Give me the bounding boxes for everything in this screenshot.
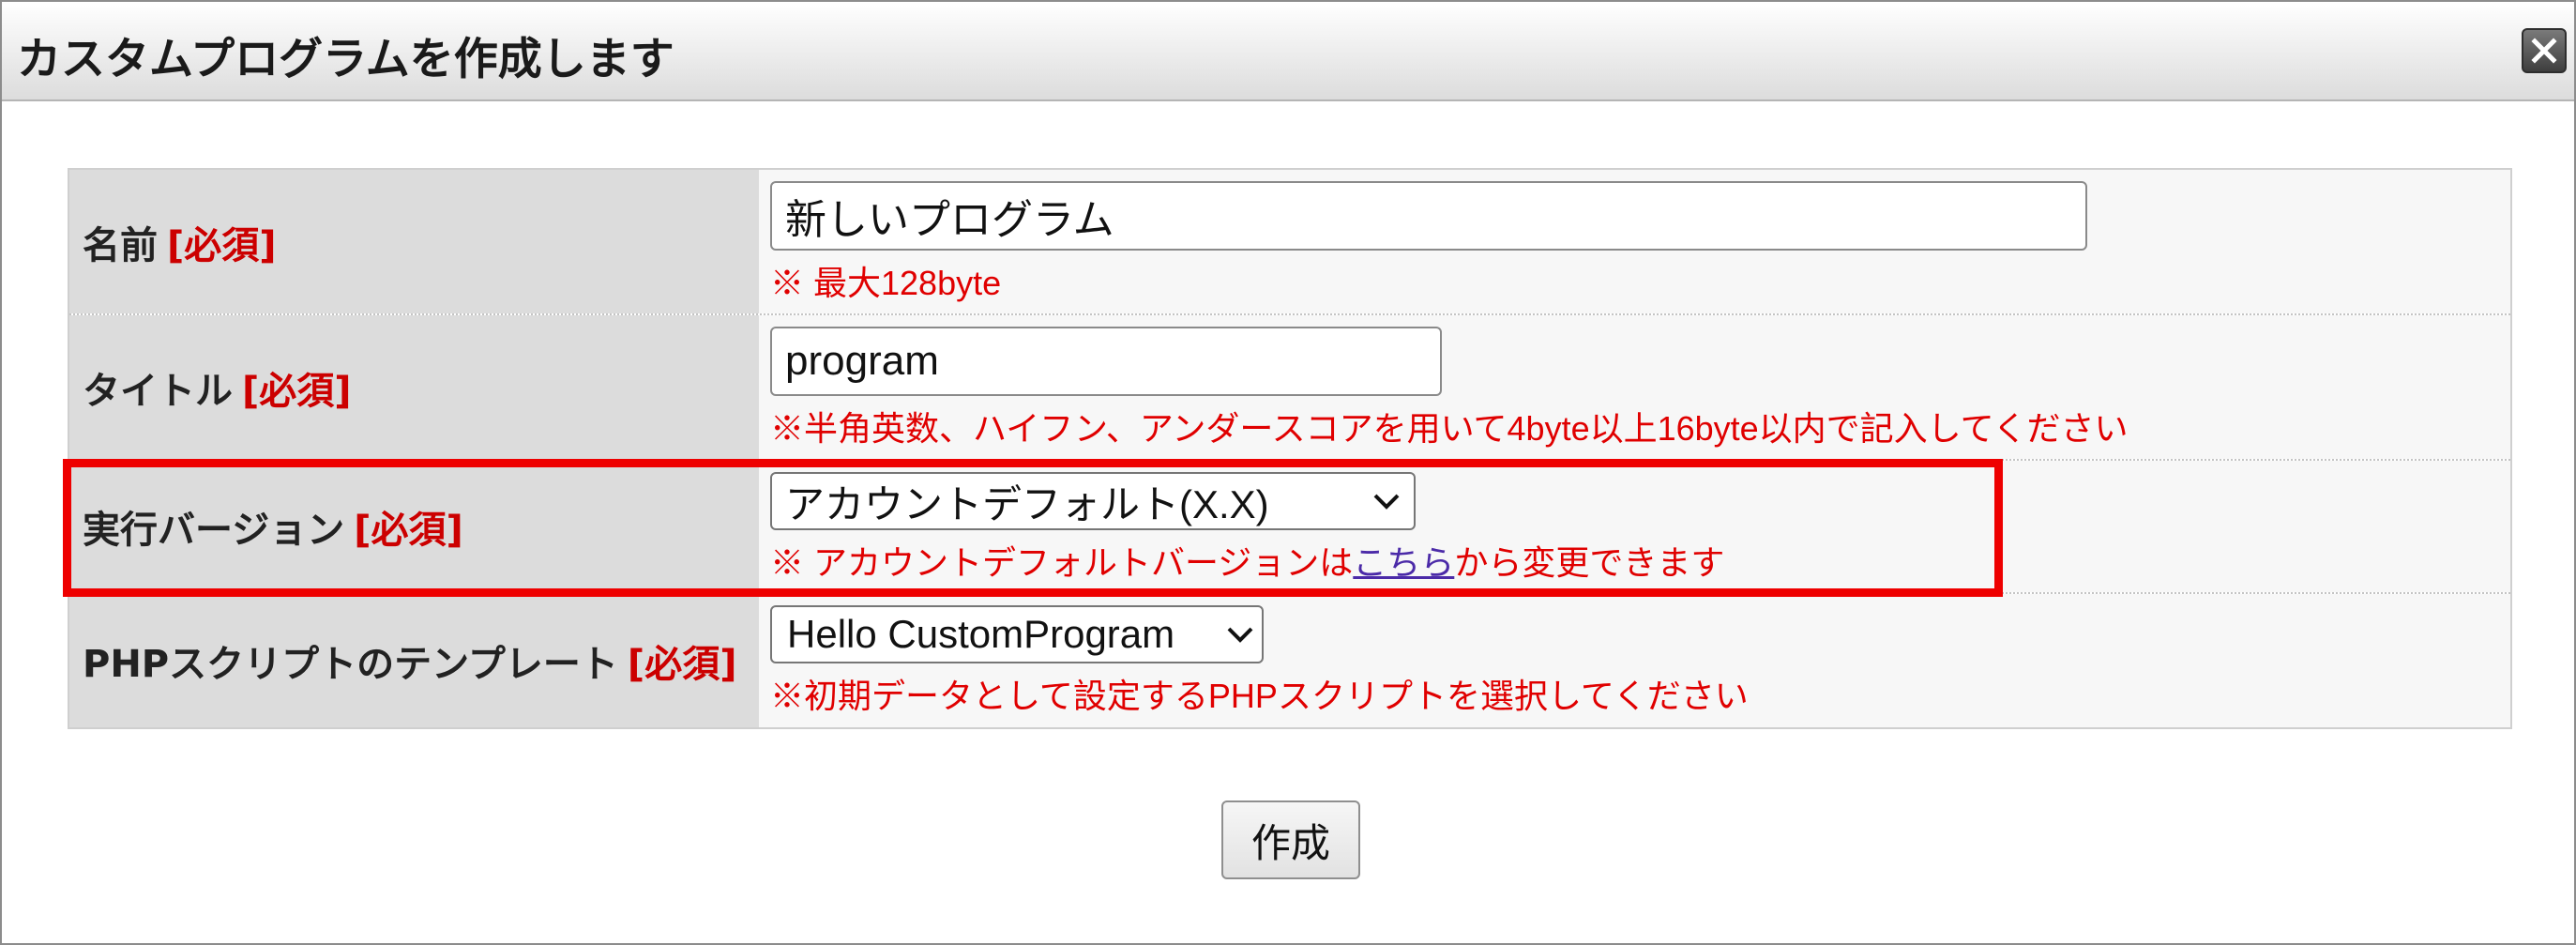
template-select-value: Hello CustomProgram bbox=[787, 612, 1175, 656]
required-tag: [必須] bbox=[354, 509, 463, 552]
version-field-cell: アカウントデフォルト(X.X) ※ アカウントデフォルトバージョンはこちらから変… bbox=[759, 461, 2510, 592]
template-select[interactable]: Hello CustomProgram bbox=[770, 605, 1264, 663]
title-input[interactable] bbox=[770, 327, 1442, 396]
version-note-suffix: から変更できます bbox=[1454, 543, 1725, 582]
title-label-text: タイトル bbox=[83, 369, 233, 413]
version-select[interactable]: アカウントデフォルト(X.X) bbox=[770, 472, 1416, 530]
form-row-title: タイトル [必須] ※半角英数、ハイフン、アンダースコアを用いて4byte以上1… bbox=[69, 315, 2510, 461]
name-input[interactable] bbox=[770, 181, 2087, 251]
version-settings-link[interactable]: こちら bbox=[1353, 543, 1454, 582]
template-field-cell: Hello CustomProgram ※初期データとして設定するPHPスクリプ… bbox=[759, 594, 2510, 727]
create-program-dialog: カスタムプログラムを作成します 名前 [必須] ※ 最大128byte タイトル… bbox=[0, 0, 2576, 945]
form-row-template: PHPスクリプトのテンプレート [必須] Hello CustomProgram… bbox=[69, 594, 2510, 727]
template-note: ※初期データとして設定するPHPスクリプトを選択してください bbox=[770, 677, 1749, 715]
program-form: 名前 [必須] ※ 最大128byte タイトル [必須] ※半角英数、ハイフン… bbox=[68, 168, 2512, 729]
template-label: PHPスクリプトのテンプレート [必須] bbox=[69, 594, 759, 727]
title-field-cell: ※半角英数、ハイフン、アンダースコアを用いて4byte以上16byte以内で記入… bbox=[759, 315, 2510, 459]
name-field-cell: ※ 最大128byte bbox=[759, 170, 2510, 313]
form-row-version: 実行バージョン [必須] アカウントデフォルト(X.X) ※ アカウントデフォル… bbox=[69, 461, 2510, 594]
required-tag: [必須] bbox=[167, 223, 277, 267]
name-label: 名前 [必須] bbox=[69, 170, 759, 313]
close-icon[interactable] bbox=[2522, 28, 2567, 73]
version-label: 実行バージョン [必須] bbox=[69, 461, 759, 592]
dialog-title: カスタムプログラムを作成します bbox=[17, 34, 674, 85]
name-note: ※ 最大128byte bbox=[770, 264, 1002, 302]
version-note-prefix: ※ アカウントデフォルトバージョンは bbox=[770, 543, 1354, 582]
version-label-text: 実行バージョン bbox=[83, 509, 345, 552]
dialog-titlebar: カスタムプログラムを作成します bbox=[2, 2, 2574, 101]
required-tag: [必須] bbox=[242, 369, 352, 413]
create-button[interactable]: 作成 bbox=[1221, 800, 1360, 879]
title-note: ※半角英数、ハイフン、アンダースコアを用いて4byte以上16byte以内で記入… bbox=[770, 409, 2129, 448]
required-tag: [必須] bbox=[627, 643, 737, 686]
title-label: タイトル [必須] bbox=[69, 315, 759, 459]
form-row-name: 名前 [必須] ※ 最大128byte bbox=[69, 170, 2510, 315]
version-select-value: アカウントデフォルト(X.X) bbox=[785, 481, 1269, 526]
chevron-down-icon bbox=[1373, 494, 1400, 510]
version-note: ※ アカウントデフォルトバージョンはこちらから変更できます bbox=[770, 536, 2510, 585]
template-label-text: PHPスクリプトのテンプレート bbox=[83, 643, 618, 686]
chevron-down-icon bbox=[1227, 627, 1253, 643]
name-label-text: 名前 bbox=[83, 223, 158, 267]
